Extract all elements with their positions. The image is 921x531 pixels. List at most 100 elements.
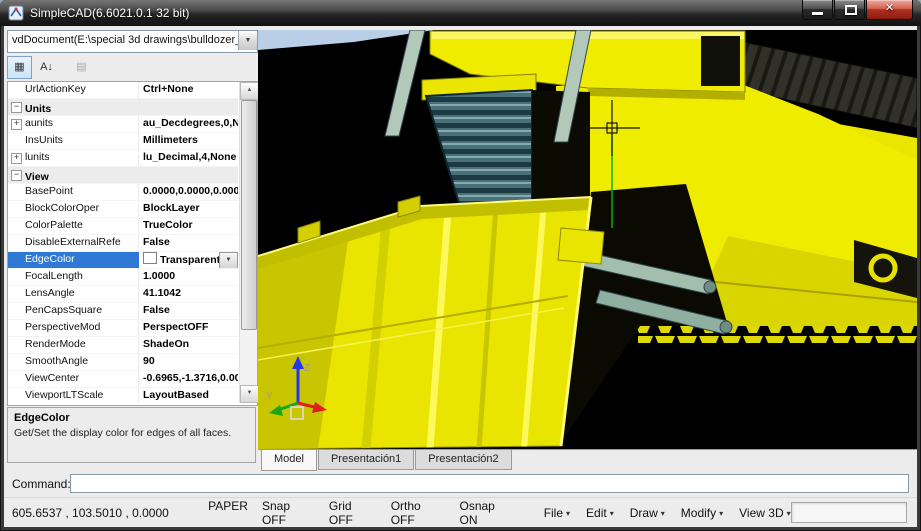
app-window: SimpleCAD(6.6021.0.1 32 bit) ✕ vdDocumen… <box>0 0 921 531</box>
property-value-text: lu_Decimal,4,None <box>143 151 236 163</box>
property-value-cell[interactable]: 0.0000,0.0000,0.000 <box>139 184 238 200</box>
property-value-cell[interactable]: False <box>139 303 238 319</box>
window-content: vdDocument(E:\special 3d drawings\bulldo… <box>4 26 917 527</box>
property-row-lunits[interactable]: +lunits lu_Decimal,4,None <box>8 150 238 167</box>
category-label: View <box>25 171 49 183</box>
status-toggle-osnap-on[interactable]: Osnap ON <box>460 499 514 527</box>
viewport-3d[interactable]: Z Y <box>258 30 917 449</box>
property-row-SmoothAngle[interactable]: SmoothAngle90 <box>8 354 238 371</box>
color-swatch <box>143 252 157 264</box>
status-extra-field[interactable] <box>791 502 907 523</box>
property-value-cell[interactable]: 41.1042 <box>139 286 238 302</box>
property-category-Units[interactable]: −Units <box>8 99 238 116</box>
command-row: Command: <box>4 472 917 496</box>
property-value-text: BlockLayer <box>143 202 200 214</box>
property-row-ViewportLTScale[interactable]: ViewportLTScaleLayoutBased <box>8 388 238 403</box>
property-row-ViewCenter[interactable]: ViewCenter-0.6965,-1.3716,0.00 <box>8 371 238 388</box>
property-name-cell: ColorPalette <box>8 218 139 234</box>
menu-draw[interactable]: Draw▾ <box>630 506 665 520</box>
menu-label: Modify <box>681 506 716 520</box>
tab-presentación1[interactable]: Presentación1 <box>318 450 414 470</box>
property-row-BlockColorOper[interactable]: BlockColorOperBlockLayer <box>8 201 238 218</box>
collapse-icon[interactable]: − <box>11 102 22 113</box>
property-value-text: False <box>143 236 170 248</box>
window-controls: ✕ <box>801 0 913 20</box>
window-title: SimpleCAD(6.6021.0.1 32 bit) <box>30 6 189 20</box>
property-row-LensAngle[interactable]: LensAngle41.1042 <box>8 286 238 303</box>
status-toggle-snap-off[interactable]: Snap OFF <box>262 499 315 527</box>
menu-view-3d[interactable]: View 3D▾ <box>739 506 790 520</box>
status-toggle-grid-off[interactable]: Grid OFF <box>329 499 377 527</box>
property-value-text: TrueColor <box>143 219 193 231</box>
property-value-cell[interactable]: au_Decdegrees,0,No <box>139 116 238 132</box>
property-name-cell: lunits <box>8 150 139 166</box>
alphabetical-sort-icon[interactable]: A↓ <box>34 56 59 79</box>
layout-tabs: ModelPresentación1Presentación2 <box>258 449 917 471</box>
property-value-cell[interactable]: LayoutBased <box>139 388 238 403</box>
property-value-cell[interactable]: TrueColor <box>139 218 238 234</box>
property-value-text: False <box>143 304 170 316</box>
property-value-cell[interactable]: PerspectOFF <box>139 320 238 336</box>
property-value-cell[interactable]: 90 <box>139 354 238 370</box>
property-name-cell: PerspectiveMod <box>8 320 139 336</box>
property-row-FocalLength[interactable]: FocalLength1.0000 <box>8 269 238 286</box>
property-row-PenCapsSquare[interactable]: PenCapsSquareFalse <box>8 303 238 320</box>
categorized-view-icon[interactable]: ▦ <box>7 56 32 79</box>
maximize-button[interactable] <box>834 0 865 20</box>
menu-modify[interactable]: Modify▾ <box>681 506 723 520</box>
property-value-cell[interactable]: 1.0000 <box>139 269 238 285</box>
property-name-cell: BasePoint <box>8 184 139 200</box>
property-row-aunits[interactable]: +aunitsau_Decdegrees,0,No <box>8 116 238 133</box>
expand-icon[interactable]: + <box>11 119 22 130</box>
dropdown-button[interactable]: ▼ <box>219 252 238 268</box>
property-value-cell[interactable]: Millimeters <box>139 133 238 149</box>
property-name-cell: FocalLength <box>8 269 139 285</box>
document-selector-combo[interactable]: vdDocument(E:\special 3d drawings\bulldo… <box>7 30 258 53</box>
property-value-cell[interactable]: BlockLayer <box>139 201 238 217</box>
property-value-cell[interactable]: Transparent▼ <box>139 252 238 268</box>
property-name-cell: DisableExternalRefe <box>8 235 139 251</box>
property-row-InsUnits[interactable]: InsUnitsMillimeters <box>8 133 238 150</box>
chevron-down-icon: ▾ <box>566 509 570 518</box>
property-value-cell[interactable]: ShadeOn <box>139 337 238 353</box>
chevron-down-icon: ▾ <box>610 509 614 518</box>
property-grid-scrollbar[interactable]: ▲ ▼ <box>239 82 257 403</box>
menu-label: Draw <box>630 506 658 520</box>
chevron-down-icon[interactable]: ▼ <box>238 31 257 50</box>
property-value-cell[interactable]: lu_Decimal,4,None <box>139 150 238 166</box>
property-row-UrlActionKey[interactable]: UrlActionKeyCtrl+None <box>8 82 238 99</box>
property-row-RenderMode[interactable]: RenderModeShadeOn <box>8 337 238 354</box>
property-name-cell: InsUnits <box>8 133 139 149</box>
bulldozer-3d-model[interactable]: Z Y <box>258 30 917 449</box>
scroll-down-icon[interactable]: ▼ <box>240 385 259 403</box>
menu-edit[interactable]: Edit▾ <box>586 506 614 520</box>
property-category-View[interactable]: −View <box>8 167 238 184</box>
property-value-text: 0.0000,0.0000,0.000 <box>143 185 238 197</box>
scroll-up-icon[interactable]: ▲ <box>240 82 259 100</box>
property-row-EdgeColor[interactable]: EdgeColorTransparent▼ <box>8 252 238 269</box>
tab-presentación2[interactable]: Presentación2 <box>415 450 511 470</box>
minimize-button[interactable] <box>802 0 833 20</box>
status-toggle-paper[interactable]: PAPER <box>208 499 248 527</box>
property-row-PerspectiveMod[interactable]: PerspectiveModPerspectOFF <box>8 320 238 337</box>
property-value-cell[interactable]: Ctrl+None <box>139 82 238 98</box>
ucs-z-label: Z <box>304 363 310 374</box>
command-input[interactable] <box>70 474 909 493</box>
scrollbar-thumb[interactable] <box>241 100 257 330</box>
status-toggle-ortho-off[interactable]: Ortho OFF <box>391 499 446 527</box>
status-bar: 605.6537 , 103.5010 , 0.0000 PAPERSnap O… <box>4 497 917 527</box>
property-value-cell[interactable]: False <box>139 235 238 251</box>
property-row-ColorPalette[interactable]: ColorPalette TrueColor <box>8 218 238 235</box>
property-value-text: au_Decdegrees,0,No <box>143 117 238 129</box>
expand-icon[interactable]: + <box>11 153 22 164</box>
close-button[interactable]: ✕ <box>866 0 913 20</box>
title-bar[interactable]: SimpleCAD(6.6021.0.1 32 bit) ✕ <box>0 0 921 26</box>
collapse-icon[interactable]: − <box>11 170 22 181</box>
property-value-text: Ctrl+None <box>143 83 193 95</box>
property-row-BasePoint[interactable]: BasePoint 0.0000,0.0000,0.000 <box>8 184 238 201</box>
property-value-cell[interactable]: -0.6965,-1.3716,0.00 <box>139 371 238 387</box>
property-description-title: EdgeColor <box>14 412 249 424</box>
tab-model[interactable]: Model <box>261 450 317 471</box>
property-row-DisableExternalRefe[interactable]: DisableExternalRefe False <box>8 235 238 252</box>
menu-file[interactable]: File▾ <box>544 506 570 520</box>
